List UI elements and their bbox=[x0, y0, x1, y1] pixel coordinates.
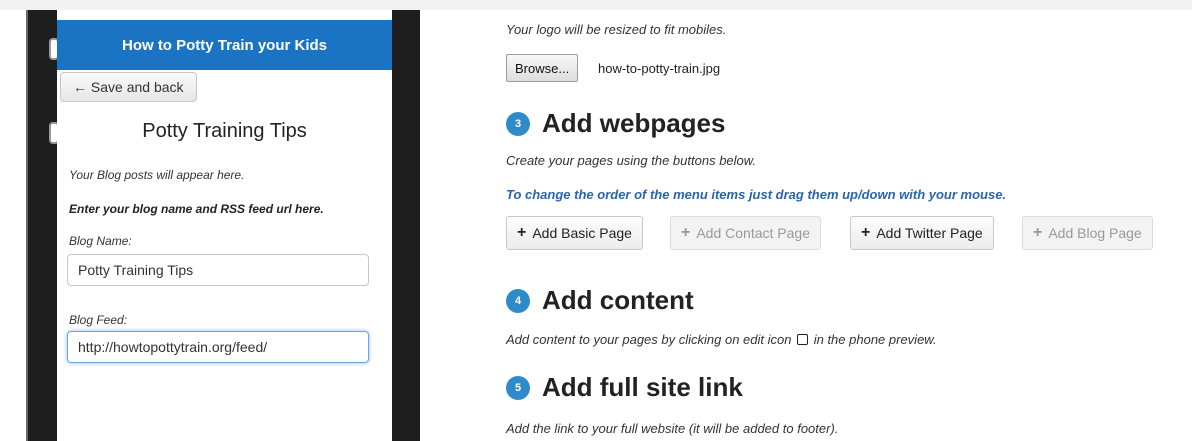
menu-order-note: To change the order of the menu items ju… bbox=[506, 187, 1007, 202]
selected-file-name: how-to-potty-train.jpg bbox=[598, 61, 721, 76]
section-title: Add content bbox=[542, 285, 694, 315]
add-blog-page-button: + Add Blog Page bbox=[1022, 216, 1153, 250]
phone-page-title: Potty Training Tips bbox=[142, 120, 307, 142]
section-add-webpages: 3 Add webpages bbox=[506, 108, 725, 139]
section-add-full-site-link: 5 Add full site link bbox=[506, 372, 743, 403]
save-and-back-button[interactable]: ← Save and back bbox=[60, 72, 197, 102]
webpages-note: Create your pages using the buttons belo… bbox=[506, 153, 757, 168]
logo-note: Your logo will be resized to fit mobiles… bbox=[506, 22, 727, 37]
section-add-content: 4 Add content bbox=[506, 285, 694, 316]
add-basic-page-label: Add Basic Page bbox=[532, 225, 632, 241]
content-note-before: Add content to your pages by clicking on… bbox=[506, 332, 792, 347]
save-and-back-label: Save and back bbox=[90, 79, 184, 95]
add-twitter-page-label: Add Twitter Page bbox=[876, 225, 983, 241]
blog-note: Your Blog posts will appear here. bbox=[69, 168, 245, 182]
step-badge: 4 bbox=[506, 288, 530, 313]
site-link-note: Add the link to your full website (it wi… bbox=[506, 421, 839, 436]
blog-feed-input[interactable]: http://howtopottytrain.org/feed/ bbox=[67, 331, 369, 363]
section-title: Add full site link bbox=[542, 372, 743, 402]
editor-panel: Your logo will be resized to fit mobiles… bbox=[506, 0, 1186, 441]
plus-icon: + bbox=[681, 224, 691, 241]
content-note-after: in the phone preview. bbox=[813, 332, 937, 347]
phone-preview: How to Potty Train your Kids ← Save and … bbox=[57, 10, 392, 441]
phone-app-title: How to Potty Train your Kids bbox=[57, 20, 392, 70]
browse-button[interactable]: Browse... bbox=[506, 54, 579, 82]
plus-icon: + bbox=[861, 224, 871, 241]
edit-icon bbox=[797, 334, 809, 345]
blog-instruction: Enter your blog name and RSS feed url he… bbox=[69, 202, 324, 216]
add-contact-page-label: Add Contact Page bbox=[696, 225, 810, 241]
plus-icon: + bbox=[517, 224, 527, 241]
plus-icon: + bbox=[1033, 224, 1043, 241]
step-badge: 3 bbox=[506, 111, 530, 136]
blog-feed-label: Blog Feed: bbox=[69, 313, 128, 327]
step-badge: 5 bbox=[506, 375, 530, 400]
add-contact-page-button: + Add Contact Page bbox=[670, 216, 821, 250]
content-note: Add content to your pages by clicking on… bbox=[506, 332, 937, 347]
add-blog-page-label: Add Blog Page bbox=[1048, 225, 1142, 241]
blog-name-label: Blog Name: bbox=[69, 234, 132, 248]
add-twitter-page-button[interactable]: + Add Twitter Page bbox=[850, 216, 994, 250]
add-basic-page-button[interactable]: + Add Basic Page bbox=[506, 216, 643, 250]
left-arrow-icon: ← bbox=[73, 79, 91, 95]
phone-frame-right-edge bbox=[392, 10, 418, 441]
section-title: Add webpages bbox=[542, 108, 726, 138]
blog-name-input[interactable]: Potty Training Tips bbox=[67, 254, 369, 286]
